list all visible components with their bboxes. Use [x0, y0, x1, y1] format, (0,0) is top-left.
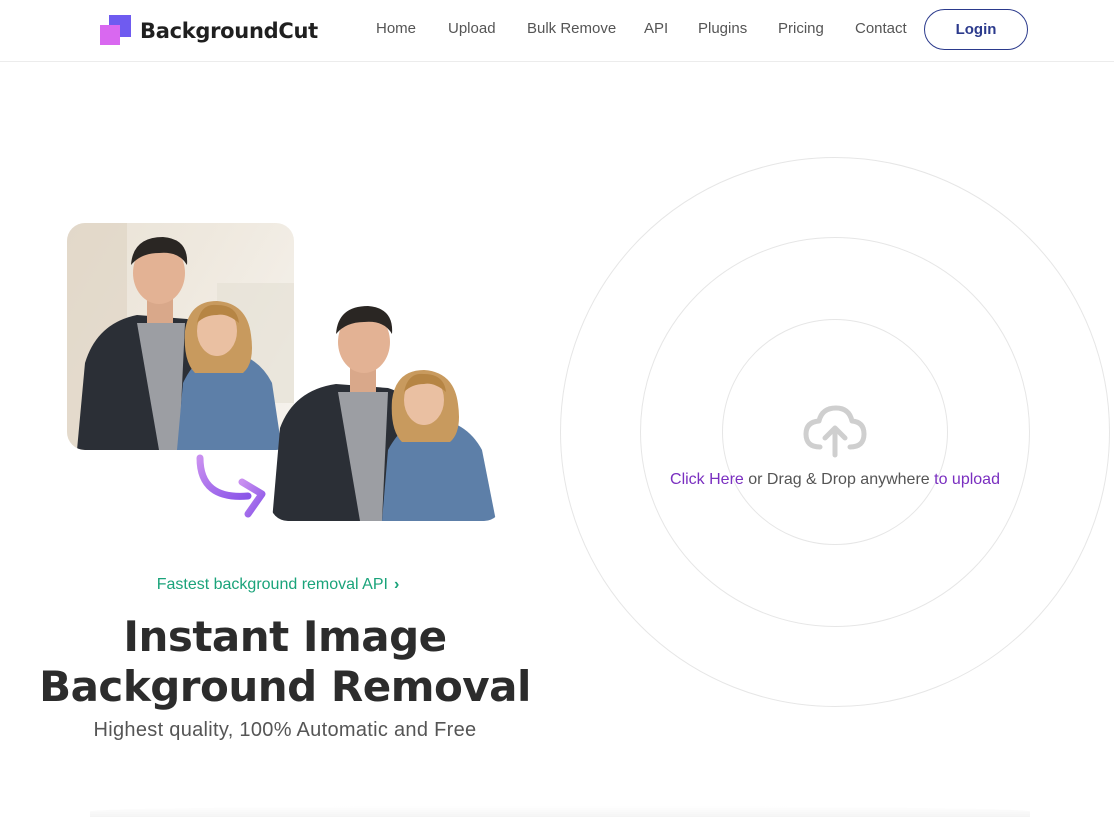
login-button[interactable]: Login [924, 9, 1028, 50]
click-here-link[interactable]: Click Here [670, 471, 744, 488]
nav-pricing[interactable]: Pricing [778, 20, 824, 37]
nav-api[interactable]: API [644, 20, 668, 37]
cloud-upload-icon[interactable] [802, 403, 868, 459]
original-photo [67, 223, 294, 450]
nav-upload[interactable]: Upload [448, 20, 496, 37]
nav-home[interactable]: Home [376, 20, 416, 37]
api-promo-link[interactable]: Fastest background removal API › [0, 576, 556, 594]
api-promo-text: Fastest background removal API [156, 576, 388, 593]
chevron-right-icon: › [393, 576, 400, 593]
section-shadow [90, 806, 1030, 817]
curved-arrow-icon [196, 454, 266, 518]
upload-instructions: Click Here or Drag & Drop anywhere to up… [560, 471, 1110, 489]
nav-contact[interactable]: Contact [855, 20, 907, 37]
page-subtitle: Highest quality, 100% Automatic and Free [93, 719, 477, 741]
main-nav: Home Upload Bulk Remove API Plugins Pric… [0, 0, 1114, 62]
drag-drop-text: or Drag & Drop anywhere [743, 471, 935, 488]
nav-plugins[interactable]: Plugins [698, 20, 747, 37]
nav-bulk-remove[interactable]: Bulk Remove [527, 20, 616, 37]
title-line-2: Background Removal [39, 662, 531, 711]
title-line-1: Instant Image [123, 612, 447, 661]
to-upload-link[interactable]: to upload [934, 471, 1000, 488]
page-title: Instant Image Background Removal [0, 612, 570, 712]
site-header: BackgroundCut Home Upload Bulk Remove AP… [0, 0, 1114, 62]
cutout-photo [270, 300, 502, 521]
